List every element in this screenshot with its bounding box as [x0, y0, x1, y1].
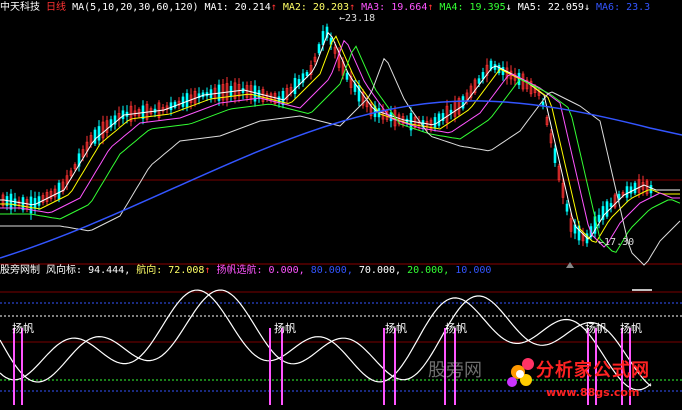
signal-label: 扬帆 [620, 322, 642, 335]
low-price-label: ←17.30 [598, 237, 635, 248]
candle-body [305, 72, 309, 76]
signal-label: 扬帆 [12, 322, 34, 335]
brand-url[interactable]: www.88gs.com [546, 386, 639, 399]
candle-body [433, 117, 437, 128]
wind-value: 风向标: 94.444, [46, 265, 131, 276]
candle-body [477, 78, 481, 84]
sail-v1: 0.000, [268, 265, 305, 276]
sail-v5: 10.000 [455, 265, 492, 276]
sail-label: 扬帆选航: [216, 265, 263, 276]
candle-body [605, 201, 609, 217]
brand-name[interactable]: 分析家公式网 [536, 356, 650, 382]
candle-body [37, 196, 41, 206]
candle-body [437, 113, 441, 126]
heading-value: 航向: 72.008 [136, 265, 205, 276]
sail-v3: 70.000, [358, 265, 402, 276]
indicator-info-bar: 股旁网制 风向标: 94.444, 航向: 72.008↑ 扬帆选航: 0.00… [0, 264, 491, 278]
candle-body [649, 185, 653, 194]
cursor-marker-icon [566, 262, 574, 268]
stock-chart-canvas[interactable] [0, 0, 682, 410]
watermark-text: 股旁网 [428, 360, 482, 381]
high-price-label: ←23.18 [339, 13, 376, 24]
candle-body [185, 93, 189, 108]
signal-label: 扬帆 [274, 322, 296, 335]
candle-body [609, 203, 613, 207]
candle-body [345, 73, 349, 80]
candle-body [553, 148, 557, 163]
candle-body [97, 126, 101, 141]
candle-body [93, 129, 97, 144]
moving-average-lines [0, 31, 682, 266]
indicator-name[interactable]: 股旁网制 [0, 265, 40, 276]
candle-body [625, 186, 629, 198]
candle-body [181, 96, 185, 107]
sail-v4: 20.000, [407, 265, 450, 276]
candle-body [33, 198, 37, 208]
candle-body [293, 77, 297, 95]
candle-body [321, 31, 325, 45]
heading-arrow-icon: ↑ [204, 265, 211, 276]
sail-v2: 80.000, [310, 265, 353, 276]
candle-body [633, 182, 637, 194]
candle-body [57, 182, 61, 200]
signal-label: 扬帆 [585, 322, 607, 335]
candle-body [317, 44, 321, 54]
signal-label: 扬帆 [385, 322, 407, 335]
signal-label: 扬帆 [445, 322, 467, 335]
candle-body [597, 214, 601, 222]
candle-body [257, 90, 261, 99]
candle-body [169, 102, 173, 111]
candle-body [565, 203, 569, 212]
candle-body [541, 101, 545, 106]
